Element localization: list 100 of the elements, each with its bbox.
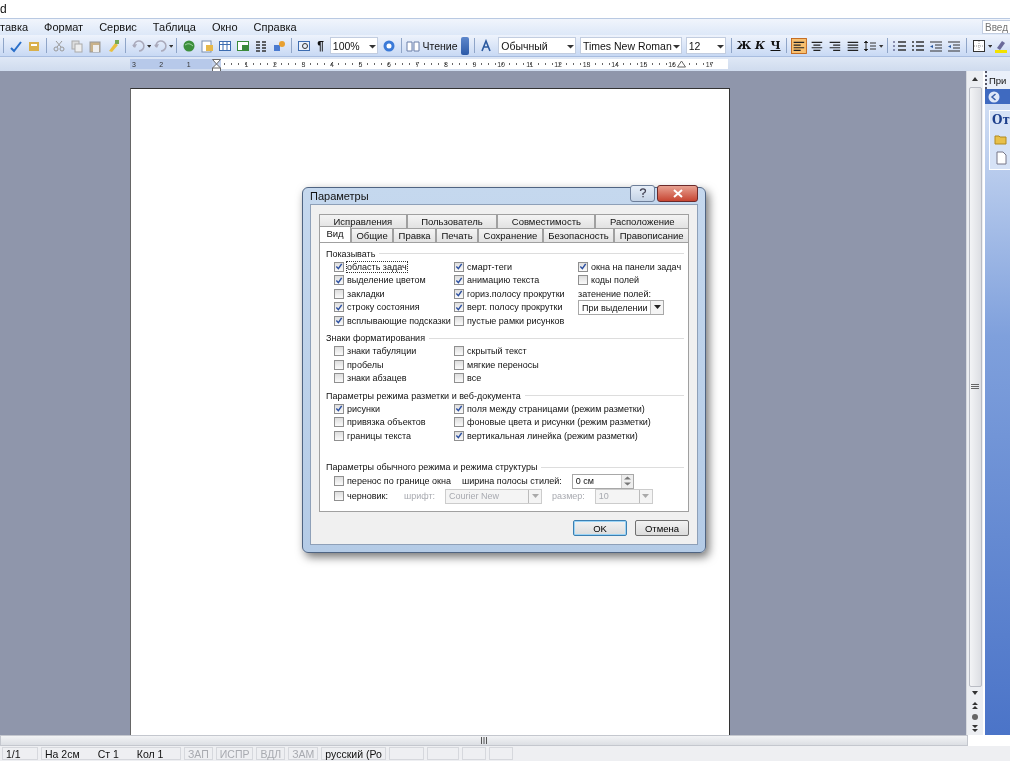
checkbox[interactable]: привязка объектов: [334, 415, 426, 429]
tab[interactable]: Сохранение: [478, 228, 543, 242]
spin-field[interactable]: 0 см: [571, 473, 634, 489]
checkbox[interactable]: пробелы: [334, 358, 384, 372]
checkbox[interactable]: поля между страницами (режим разметки): [454, 402, 645, 416]
checkbox[interactable]: рисунки: [334, 402, 380, 416]
section-title: Знаки форматирования: [326, 333, 425, 343]
format-button[interactable]: Ж: [735, 36, 753, 55]
field-label: ширина полосы стилей:: [462, 475, 562, 488]
help-search-field[interactable]: Введ: [982, 20, 1010, 34]
highlighter-icon[interactable]: [993, 38, 1008, 53]
style-field[interactable]: Обычный: [498, 37, 576, 54]
align-left-icon[interactable]: [791, 36, 807, 55]
tab[interactable]: Безопасность: [542, 228, 615, 242]
format-button[interactable]: Ч: [767, 36, 784, 55]
tab[interactable]: Правка: [393, 228, 437, 242]
menu-item[interactable]: тавка: [0, 21, 37, 33]
checkbox[interactable]: границы текста: [334, 429, 411, 443]
menu-item[interactable]: Справка: [245, 21, 305, 33]
size-field[interactable]: 12: [685, 37, 727, 54]
columns-icon[interactable]: [254, 38, 269, 53]
dropdown-icon: [653, 305, 661, 310]
back-icon[interactable]: [988, 90, 1000, 103]
tab[interactable]: Совместимость: [497, 214, 596, 228]
border-icon[interactable]: [971, 38, 986, 53]
dialog-button[interactable]: Отмена: [635, 520, 689, 536]
tab[interactable]: Пользователь: [406, 214, 498, 228]
dropdown-field[interactable]: При выделении: [578, 300, 664, 315]
window-title: d: [0, 2, 7, 16]
checkbox[interactable]: знаки абзацев: [334, 371, 407, 385]
page-icon[interactable]: [994, 151, 1008, 165]
status-field: ВДЛ: [256, 747, 286, 760]
checkbox[interactable]: пустые рамки рисунков: [454, 314, 565, 328]
scrollbar[interactable]: [966, 71, 983, 735]
show-marks-button[interactable]: ¶: [313, 36, 328, 55]
checkbox[interactable]: строку состояния: [334, 300, 420, 314]
numbered-list-icon[interactable]: [892, 38, 907, 53]
magnifier-icon[interactable]: [297, 38, 312, 53]
section-title: Параметры обычного режима и режима структуры: [326, 462, 538, 472]
globe-icon[interactable]: [182, 38, 197, 53]
scroll-thumb[interactable]: [968, 87, 982, 687]
grip-icon: [971, 384, 979, 390]
line-spacing-icon[interactable]: [863, 38, 878, 53]
checkbox[interactable]: знаки табуляции: [334, 344, 417, 358]
menu-item[interactable]: Таблица: [144, 21, 204, 33]
dialog-title: Параметры: [310, 190, 370, 202]
clipboard-icon[interactable]: [87, 38, 102, 53]
tab[interactable]: Печать: [436, 228, 479, 242]
format-button[interactable]: К: [752, 36, 768, 55]
bullet-list-icon[interactable]: [910, 38, 925, 53]
checkbox[interactable]: мягкие переносы: [454, 358, 539, 372]
scrollbar[interactable]: [0, 735, 968, 746]
dialog-button[interactable]: OK: [573, 520, 627, 536]
question-icon: [638, 188, 647, 198]
toolbar-options-button[interactable]: [461, 36, 470, 55]
check-icon: [579, 262, 587, 272]
close-icon: [672, 188, 683, 198]
spin-arrows-icon[interactable]: [622, 475, 632, 487]
help-icon[interactable]: [381, 38, 396, 53]
status-field: 1/1: [2, 747, 38, 760]
checkbox[interactable]: гориз.полосу прокрутки: [454, 287, 565, 301]
status-field: русский (Ро: [321, 747, 386, 760]
checkbox[interactable]: смарт-теги: [454, 260, 512, 274]
checkbox[interactable]: все: [454, 371, 482, 385]
checkbox[interactable]: фоновые цвета и рисунки (режим разметки): [454, 415, 651, 429]
spreadsheet-icon[interactable]: [236, 38, 251, 53]
indent-icon[interactable]: [928, 38, 943, 53]
tab[interactable]: Общие: [351, 228, 394, 242]
checkbox[interactable]: область задач: [334, 260, 407, 274]
check-icon: [335, 404, 343, 414]
status-panel: [461, 747, 486, 760]
tab[interactable]: Расположение: [595, 214, 689, 228]
indent-icon[interactable]: [946, 38, 961, 53]
grip-icon: [480, 737, 488, 744]
tab[interactable]: Правописание: [614, 228, 689, 242]
checkbox[interactable]: окна на панели задач: [578, 260, 682, 274]
checkbox[interactable]: анимацию текста: [454, 273, 540, 287]
checkbox[interactable]: черновик:: [334, 489, 394, 503]
menu-item[interactable]: Окно: [203, 21, 246, 33]
field-label: затенение полей:: [578, 287, 651, 300]
menu-item[interactable]: Формат: [36, 21, 92, 33]
reading-button[interactable]: Чтение: [404, 36, 460, 55]
checkbox[interactable]: закладки: [334, 287, 385, 301]
tab[interactable]: Вид: [319, 226, 351, 242]
checkbox[interactable]: скрытый текст: [454, 344, 527, 358]
checkbox[interactable]: выделение цветом: [334, 273, 426, 287]
tab[interactable]: Исправления: [319, 214, 407, 228]
checkbox[interactable]: перенос по границе окна: [334, 474, 452, 488]
pane-title: При: [989, 74, 1007, 86]
status-text: Кол 1: [136, 747, 164, 760]
status-field: ЗАМ: [288, 747, 319, 760]
checkbox[interactable]: верт. полосу прокрутки: [454, 300, 563, 314]
shapes-icon[interactable]: [272, 38, 287, 53]
menu-item[interactable]: Сервис: [91, 21, 145, 33]
checkbox[interactable]: коды полей: [578, 273, 640, 287]
table-icon[interactable]: [218, 38, 233, 53]
zoom-field[interactable]: 100%: [329, 37, 378, 54]
font-field[interactable]: Times New Roman: [579, 37, 682, 54]
checkbox[interactable]: вертикальная линейка (режим разметки): [454, 429, 638, 443]
checkbox[interactable]: всплывающие подсказки: [334, 314, 451, 328]
